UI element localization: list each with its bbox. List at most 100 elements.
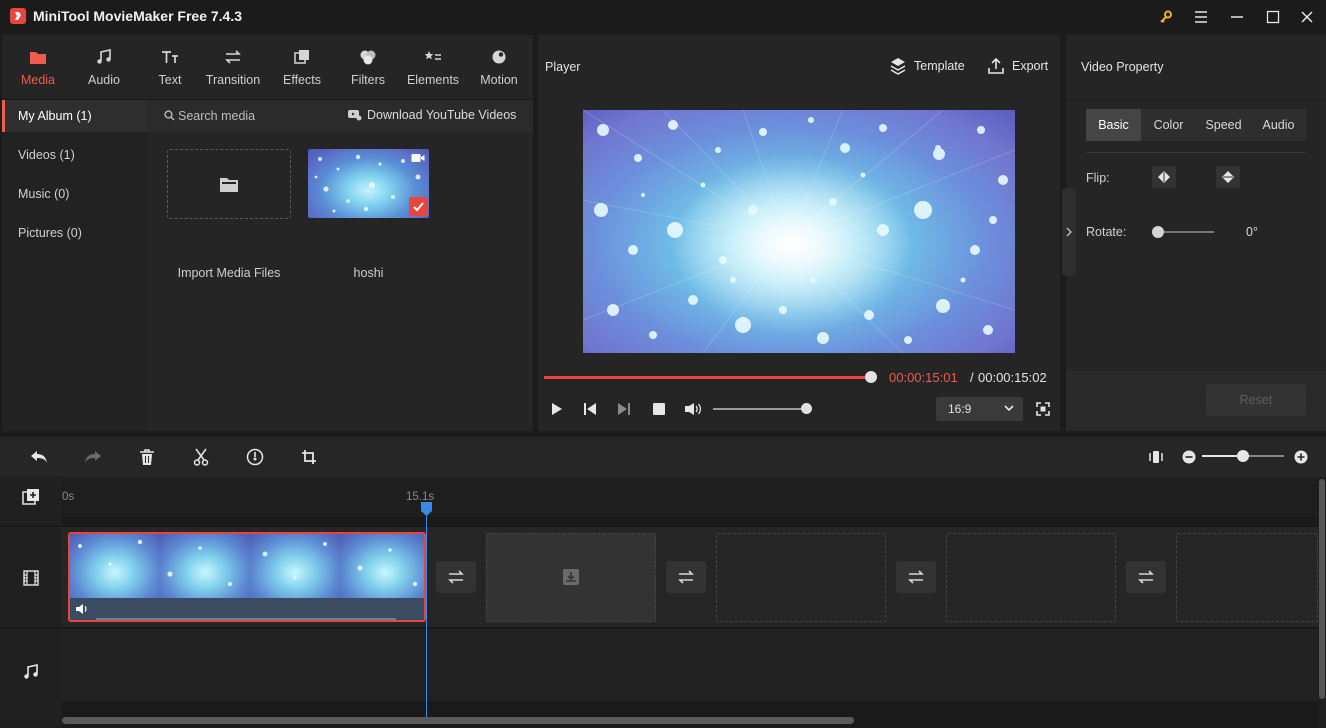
speed-icon[interactable] bbox=[244, 447, 266, 467]
rotate-label: Rotate: bbox=[1086, 225, 1127, 239]
nav-my-album[interactable]: My Album (1) bbox=[2, 100, 146, 132]
export-button[interactable]: Export bbox=[1012, 59, 1048, 73]
ruler-start-label: 0s bbox=[62, 491, 75, 503]
collapse-panel-handle[interactable] bbox=[1062, 188, 1076, 276]
audio-track-icon bbox=[23, 664, 39, 680]
next-frame-icon[interactable] bbox=[614, 400, 634, 418]
reset-button[interactable]: Reset bbox=[1206, 384, 1306, 416]
timeline-toolbar bbox=[0, 437, 1326, 477]
nav-music[interactable]: Music (0) bbox=[2, 178, 146, 210]
folder-icon bbox=[29, 47, 47, 67]
split-scissors-icon[interactable] bbox=[190, 447, 212, 467]
layers-icon bbox=[890, 57, 906, 75]
fullscreen-icon[interactable] bbox=[1033, 400, 1053, 418]
crop-icon[interactable] bbox=[298, 447, 320, 467]
clip-audio-strip bbox=[70, 598, 424, 620]
search-input[interactable]: Search media bbox=[178, 109, 255, 123]
rotate-slider[interactable] bbox=[1158, 231, 1214, 233]
transition-slot-button[interactable] bbox=[896, 561, 936, 593]
elements-icon bbox=[424, 47, 442, 67]
aspect-ratio-select[interactable]: 16:9 bbox=[936, 397, 1023, 421]
motion-icon bbox=[491, 47, 507, 67]
transition-slot-button[interactable] bbox=[666, 561, 706, 593]
import-caption: Import Media Files bbox=[177, 266, 281, 280]
transition-arrows-icon bbox=[448, 570, 464, 584]
download-youtube-link[interactable]: Download YouTube Videos bbox=[367, 108, 516, 122]
redo-icon[interactable] bbox=[82, 447, 104, 467]
transition-arrows-icon bbox=[1138, 570, 1154, 584]
tab-text[interactable]: Text bbox=[137, 35, 203, 99]
app-logo-icon bbox=[10, 8, 26, 24]
minimize-icon[interactable] bbox=[1226, 6, 1248, 28]
track-headers bbox=[0, 477, 62, 728]
zoom-handle[interactable] bbox=[1237, 450, 1249, 462]
empty-clip-slot[interactable] bbox=[1176, 533, 1318, 622]
volume-slider[interactable] bbox=[713, 408, 806, 410]
tab-motion[interactable]: Motion bbox=[466, 35, 532, 99]
tab-elements[interactable]: Elements bbox=[400, 35, 466, 99]
horizontal-scrollbar[interactable] bbox=[62, 717, 854, 724]
maximize-icon[interactable] bbox=[1262, 6, 1284, 28]
search-icon bbox=[164, 110, 175, 121]
play-icon[interactable] bbox=[547, 400, 567, 418]
tab-media[interactable]: Media bbox=[5, 35, 71, 99]
divider bbox=[1066, 99, 1326, 100]
transition-slot-button[interactable] bbox=[436, 561, 476, 593]
playback-progress[interactable] bbox=[544, 376, 871, 379]
filters-icon bbox=[359, 47, 377, 67]
clip-volume-icon[interactable] bbox=[75, 603, 89, 615]
playhead-line[interactable] bbox=[426, 507, 427, 717]
tab-filters[interactable]: Filters bbox=[335, 35, 401, 99]
flip-horizontal-icon[interactable] bbox=[1152, 166, 1176, 188]
volume-icon[interactable] bbox=[683, 400, 703, 418]
fit-timeline-icon[interactable] bbox=[1145, 447, 1167, 467]
media-panel: Media Audio Text Transition Effects Filt… bbox=[2, 35, 533, 431]
template-button[interactable]: Template bbox=[914, 59, 965, 73]
tab-transition[interactable]: Transition bbox=[200, 35, 266, 99]
drop-box-icon bbox=[563, 569, 579, 585]
timeline: 0s 15.1s bbox=[0, 477, 1326, 728]
zoom-in-icon[interactable] bbox=[1290, 447, 1312, 467]
empty-clip-slot[interactable] bbox=[716, 533, 886, 622]
key-icon[interactable] bbox=[1155, 6, 1177, 28]
volume-handle[interactable] bbox=[801, 403, 812, 414]
import-media-button[interactable] bbox=[167, 149, 291, 219]
delete-icon[interactable] bbox=[136, 447, 158, 467]
drop-media-placeholder[interactable] bbox=[486, 533, 656, 622]
tab-color[interactable]: Color bbox=[1141, 109, 1196, 141]
tab-effects[interactable]: Effects bbox=[269, 35, 335, 99]
playhead-handle[interactable] bbox=[420, 501, 433, 517]
media-thumbnail-hoshi[interactable] bbox=[308, 149, 429, 218]
zoom-out-icon[interactable] bbox=[1178, 447, 1200, 467]
timeline-clip-hoshi[interactable] bbox=[68, 532, 426, 622]
flip-vertical-icon[interactable] bbox=[1216, 166, 1240, 188]
rotate-handle[interactable] bbox=[1152, 226, 1164, 238]
divider bbox=[1086, 152, 1306, 153]
title-bar: MiniTool MovieMaker Free 7.4.3 bbox=[0, 0, 1326, 33]
player-title: Player bbox=[545, 60, 581, 74]
time-ruler[interactable]: 0s bbox=[62, 477, 1318, 517]
transition-arrows-icon bbox=[224, 47, 242, 67]
current-time: 00:00:15:01 bbox=[889, 370, 958, 385]
empty-clip-slot[interactable] bbox=[946, 533, 1116, 622]
vertical-scrollbar[interactable] bbox=[1319, 479, 1325, 699]
transition-slot-button[interactable] bbox=[1126, 561, 1166, 593]
tab-basic[interactable]: Basic bbox=[1086, 109, 1141, 141]
tab-speed[interactable]: Speed bbox=[1196, 109, 1251, 141]
undo-icon[interactable] bbox=[28, 447, 50, 467]
close-icon[interactable] bbox=[1296, 6, 1318, 28]
nav-pictures[interactable]: Pictures (0) bbox=[2, 217, 146, 249]
flip-label: Flip: bbox=[1086, 171, 1110, 185]
menu-icon[interactable] bbox=[1190, 6, 1212, 28]
tab-audio[interactable]: Audio bbox=[1251, 109, 1306, 141]
chevron-down-icon bbox=[1003, 397, 1015, 421]
transition-arrows-icon bbox=[908, 570, 924, 584]
progress-handle[interactable] bbox=[865, 371, 877, 383]
download-icon bbox=[347, 109, 362, 121]
audio-track[interactable] bbox=[62, 629, 1318, 701]
nav-videos[interactable]: Videos (1) bbox=[2, 139, 146, 171]
tab-audio[interactable]: Audio bbox=[71, 35, 137, 99]
stop-icon[interactable] bbox=[649, 400, 669, 418]
previous-frame-icon[interactable] bbox=[580, 400, 600, 418]
add-track-icon[interactable] bbox=[22, 488, 40, 506]
